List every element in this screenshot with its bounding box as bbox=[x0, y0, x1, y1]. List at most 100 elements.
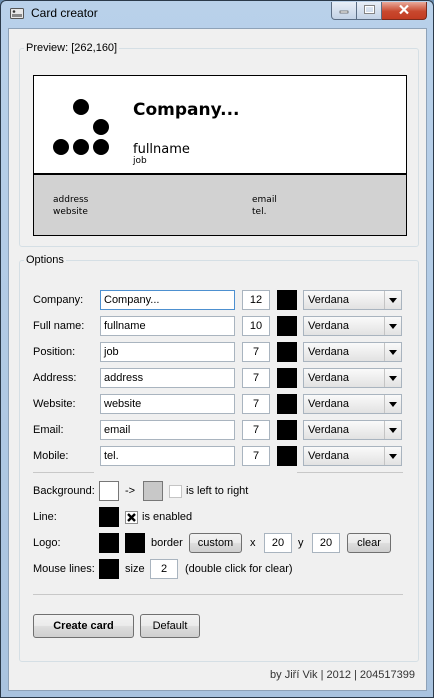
mobile-input[interactable]: tel. bbox=[100, 446, 235, 466]
options-legend: Options bbox=[26, 254, 64, 266]
fullname-input[interactable]: fullname bbox=[100, 316, 235, 336]
address-font-select[interactable]: Verdana bbox=[303, 368, 402, 388]
window-controls bbox=[331, 2, 427, 20]
position-label: Position: bbox=[33, 346, 76, 358]
close-icon bbox=[398, 4, 410, 18]
mouse-lines-size-label: size bbox=[125, 563, 145, 575]
website-color-swatch[interactable] bbox=[277, 394, 297, 414]
background-label: Background: bbox=[33, 485, 95, 497]
logo-dot bbox=[93, 119, 109, 135]
mobile-font-select[interactable]: Verdana bbox=[303, 446, 402, 466]
close-button[interactable] bbox=[382, 2, 427, 20]
logo-y-label: y bbox=[298, 537, 304, 549]
logo-color-swatch[interactable] bbox=[99, 533, 119, 553]
preview-legend: Preview: [262,160] bbox=[26, 42, 118, 54]
address-input[interactable]: address bbox=[100, 368, 235, 388]
address-color-swatch[interactable] bbox=[277, 368, 297, 388]
position-color-swatch[interactable] bbox=[277, 342, 297, 362]
minimize-button[interactable] bbox=[331, 2, 357, 20]
website-size-input[interactable]: 7 bbox=[242, 394, 270, 414]
position-input[interactable]: job bbox=[100, 342, 235, 362]
fullname-color-swatch[interactable] bbox=[277, 316, 297, 336]
mobile-label: Mobile: bbox=[33, 450, 69, 462]
address-size-input[interactable]: 7 bbox=[242, 368, 270, 388]
mobile-size-input[interactable]: 7 bbox=[242, 446, 270, 466]
website-font-value: Verdana bbox=[308, 398, 349, 410]
maximize-icon bbox=[363, 4, 375, 18]
logo-border-color-swatch[interactable] bbox=[125, 533, 145, 553]
checkmark-icon bbox=[127, 513, 136, 522]
logo-dot bbox=[73, 139, 89, 155]
app-window: Card creator Preview: [262,160] Company.… bbox=[0, 0, 434, 698]
email-label: Email: bbox=[33, 424, 64, 436]
app-icon bbox=[10, 8, 24, 19]
mobile-color-swatch[interactable] bbox=[277, 446, 297, 466]
card-job: job bbox=[133, 156, 147, 166]
logo-x-label: x bbox=[250, 537, 256, 549]
background-arrow: -> bbox=[125, 485, 136, 497]
logo-custom-button[interactable]: custom bbox=[189, 533, 242, 553]
logo-y-input[interactable]: 20 bbox=[312, 533, 340, 553]
line-color-swatch[interactable] bbox=[99, 507, 119, 527]
mouse-lines-hint: (double click for clear) bbox=[185, 563, 293, 575]
separator bbox=[297, 472, 403, 473]
chevron-down-icon bbox=[384, 369, 401, 387]
mouse-lines-size-input[interactable]: 2 bbox=[150, 559, 178, 579]
email-color-swatch[interactable] bbox=[277, 420, 297, 440]
card-tel: tel. bbox=[252, 207, 267, 217]
website-input[interactable]: website bbox=[100, 394, 235, 414]
logo-border-label: border bbox=[151, 537, 183, 549]
mobile-font-value: Verdana bbox=[308, 450, 349, 462]
line-label: Line: bbox=[33, 511, 57, 523]
chevron-down-icon bbox=[384, 317, 401, 335]
position-font-select[interactable]: Verdana bbox=[303, 342, 402, 362]
create-card-button[interactable]: Create card bbox=[33, 614, 134, 638]
company-font-select[interactable]: Verdana bbox=[303, 290, 402, 310]
logo-dot bbox=[53, 139, 69, 155]
logo-x-input[interactable]: 20 bbox=[264, 533, 292, 553]
left-to-right-label: is left to right bbox=[186, 485, 249, 497]
email-input[interactable]: email bbox=[100, 420, 235, 440]
address-font-value: Verdana bbox=[308, 372, 349, 384]
fullname-font-select[interactable]: Verdana bbox=[303, 316, 402, 336]
email-font-select[interactable]: Verdana bbox=[303, 420, 402, 440]
company-size-input[interactable]: 12 bbox=[242, 290, 270, 310]
mouse-lines-color-swatch[interactable] bbox=[99, 559, 119, 579]
line-enabled-checkbox[interactable] bbox=[125, 511, 138, 524]
window-title: Card creator bbox=[31, 6, 98, 20]
company-font-value: Verdana bbox=[308, 294, 349, 306]
client-area: Preview: [262,160] Company... fullname j… bbox=[8, 28, 427, 691]
website-font-select[interactable]: Verdana bbox=[303, 394, 402, 414]
address-label: Address: bbox=[33, 372, 77, 384]
maximize-button[interactable] bbox=[357, 2, 382, 20]
chevron-down-icon bbox=[384, 421, 401, 439]
card-company: Company... bbox=[133, 100, 240, 120]
chevron-down-icon bbox=[384, 291, 401, 309]
position-font-value: Verdana bbox=[308, 346, 349, 358]
position-size-input[interactable]: 7 bbox=[242, 342, 270, 362]
minimize-icon bbox=[339, 4, 349, 18]
line-enabled-label: is enabled bbox=[142, 511, 193, 523]
chevron-down-icon bbox=[384, 395, 401, 413]
email-font-value: Verdana bbox=[308, 424, 349, 436]
website-label: Website: bbox=[33, 398, 76, 410]
company-input[interactable]: Company... bbox=[100, 290, 235, 310]
fullname-label: Full name: bbox=[33, 320, 85, 332]
default-button[interactable]: Default bbox=[140, 614, 200, 638]
logo-dot bbox=[73, 99, 89, 115]
fullname-size-input[interactable]: 10 bbox=[242, 316, 270, 336]
company-color-swatch[interactable] bbox=[277, 290, 297, 310]
left-to-right-checkbox[interactable] bbox=[169, 485, 182, 498]
email-size-input[interactable]: 7 bbox=[242, 420, 270, 440]
separator bbox=[33, 594, 403, 595]
logo-dot bbox=[93, 139, 109, 155]
title-bar[interactable]: Card creator bbox=[1, 1, 433, 27]
card-website: website bbox=[53, 207, 88, 217]
footer-credits: by Jiří Vik | 2012 | 204517399 bbox=[270, 669, 415, 681]
card-email: email bbox=[252, 195, 277, 205]
logo-clear-button[interactable]: clear bbox=[347, 533, 391, 553]
card-preview[interactable]: Company... fullname job address website … bbox=[33, 75, 407, 236]
background-to-swatch[interactable] bbox=[143, 481, 163, 501]
chevron-down-icon bbox=[384, 447, 401, 465]
background-from-swatch[interactable] bbox=[99, 481, 119, 501]
